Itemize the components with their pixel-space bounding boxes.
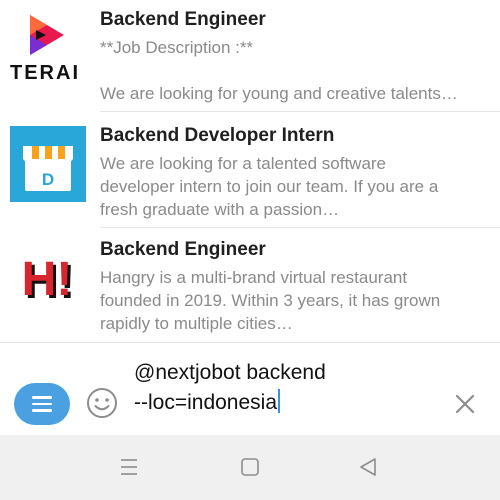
result-item[interactable]: D Backend Developer Intern We are lookin… xyxy=(0,114,500,228)
description-line: Hangry is a multi-brand virtual restaura… xyxy=(100,268,408,287)
logo-text: D xyxy=(42,170,54,189)
description-line: fresh graduate with a passion… xyxy=(100,200,340,219)
result-item[interactable]: H! H! Backend Engineer Hangry is a multi… xyxy=(0,228,500,342)
hamburger-icon xyxy=(32,396,52,399)
close-icon[interactable] xyxy=(454,393,476,415)
result-title: Backend Developer Intern xyxy=(100,125,335,146)
inline-results-list: TERAI Backend Engineer **Job Description… xyxy=(0,0,500,342)
input-text: --loc=indonesia xyxy=(134,391,278,414)
back-icon[interactable] xyxy=(356,455,380,479)
terra-logo: TERAI xyxy=(10,10,86,86)
description-line xyxy=(100,59,490,82)
result-title: Backend Engineer xyxy=(100,9,266,30)
result-description: Hangry is a multi-brand virtual restaura… xyxy=(100,266,490,335)
logo-text: TERAI xyxy=(10,62,80,84)
storefront-logo: D xyxy=(10,126,86,202)
input-line: @nextjobot backend xyxy=(134,361,326,384)
result-item[interactable]: TERAI Backend Engineer **Job Description… xyxy=(0,0,500,112)
hangry-logo: H! H! xyxy=(10,238,86,314)
smiley-icon[interactable] xyxy=(86,387,118,419)
result-title: Backend Engineer xyxy=(100,239,266,260)
description-line: **Job Description :** xyxy=(100,38,254,57)
description-line: developer intern to join our team. If yo… xyxy=(100,177,439,196)
bot-menu-button[interactable] xyxy=(14,383,70,425)
message-input[interactable]: @nextjobot backend --loc=indonesia xyxy=(134,358,434,418)
message-composer: @nextjobot backend --loc=indonesia xyxy=(0,342,500,435)
recents-icon[interactable] xyxy=(117,455,141,479)
description-line: We are looking for a talented software xyxy=(100,154,387,173)
text-caret xyxy=(278,389,281,413)
description-line: rapidly to multiple cities… xyxy=(100,314,293,333)
description-line: We are looking for young and creative ta… xyxy=(100,84,458,103)
result-description: We are looking for a talented software d… xyxy=(100,152,490,221)
system-nav-bar xyxy=(0,435,500,500)
description-line: founded in 2019. Within 3 years, it has … xyxy=(100,291,441,310)
divider xyxy=(100,111,500,112)
logo-text: H! xyxy=(22,253,73,306)
home-icon[interactable] xyxy=(238,455,262,479)
result-description: **Job Description :** We are looking for… xyxy=(100,36,490,105)
input-line-with-caret: --loc=indonesia xyxy=(134,388,434,418)
